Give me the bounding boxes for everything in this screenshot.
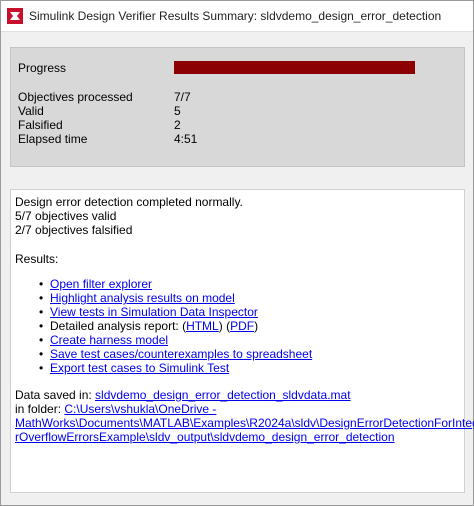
folder-path-link-cont-2[interactable]: rOverflowErrorsExample\sldv_output\sldvd… bbox=[15, 430, 395, 444]
data-saved-label: Data saved in: bbox=[15, 388, 96, 402]
view-tests-sdi-link[interactable]: View tests in Simulation Data Inspector bbox=[50, 305, 258, 319]
html-report-link[interactable]: HTML bbox=[186, 319, 219, 333]
results-action-list: Open filter explorer Highlight analysis … bbox=[39, 277, 312, 375]
detailed-report-label: Detailed analysis report: ( bbox=[50, 319, 187, 333]
results-heading: Results: bbox=[15, 252, 59, 266]
list-item: Save test cases/counterexamples to sprea… bbox=[39, 347, 312, 361]
objectives-processed-label: Objectives processed bbox=[18, 90, 133, 104]
valid-label: Valid bbox=[18, 104, 44, 118]
list-item: View tests in Simulation Data Inspector bbox=[39, 305, 312, 319]
report-suffix: ) bbox=[254, 319, 259, 333]
report-separator: ) ( bbox=[218, 319, 231, 333]
pdf-report-link[interactable]: PDF bbox=[230, 319, 254, 333]
folder-line: in folder: C:\Users\vshukla\OneDrive - bbox=[15, 402, 216, 416]
falsified-label: Falsified bbox=[18, 118, 63, 132]
data-file-link[interactable]: sldvdemo_design_error_detection_sldvdata… bbox=[95, 388, 351, 402]
title-bar[interactable]: Simulink Design Verifier Results Summary… bbox=[1, 1, 473, 32]
results-panel: Design error detection completed normall… bbox=[10, 189, 474, 493]
folder-path-link-cont-1[interactable]: MathWorks\Documents\MATLAB\Examples\R202… bbox=[15, 416, 474, 430]
list-item: Export test cases to Simulink Test bbox=[39, 361, 312, 375]
progress-label: Progress bbox=[18, 61, 67, 75]
progress-bar bbox=[174, 61, 415, 74]
progress-bar-fill bbox=[174, 61, 415, 74]
open-filter-explorer-link[interactable]: Open filter explorer bbox=[50, 277, 152, 291]
list-item: Detailed analysis report: (HTML) (PDF) bbox=[39, 319, 312, 333]
objectives-processed-value: 7/7 bbox=[174, 90, 191, 104]
falsified-value: 2 bbox=[174, 118, 181, 132]
falsified-objectives-line: 2/7 objectives falsified bbox=[15, 223, 133, 237]
valid-objectives-line: 5/7 objectives valid bbox=[15, 209, 117, 223]
folder-path-link[interactable]: C:\Users\vshukla\OneDrive - bbox=[64, 402, 216, 416]
list-item: Open filter explorer bbox=[39, 277, 312, 291]
data-saved-line: Data saved in: sldvdemo_design_error_det… bbox=[15, 388, 351, 402]
valid-value: 5 bbox=[174, 104, 181, 118]
elapsed-time-value: 4:51 bbox=[174, 132, 198, 146]
list-item: Create harness model bbox=[39, 333, 312, 347]
window-title: Simulink Design Verifier Results Summary… bbox=[29, 9, 442, 23]
folder-label: in folder: bbox=[15, 402, 65, 416]
status-line: Design error detection completed normall… bbox=[15, 195, 243, 209]
save-test-cases-link[interactable]: Save test cases/counterexamples to sprea… bbox=[50, 347, 312, 361]
export-simulink-test-link[interactable]: Export test cases to Simulink Test bbox=[50, 361, 229, 375]
simulink-app-icon bbox=[7, 8, 23, 24]
summary-panel: Progress Objectives processed 7/7 Valid … bbox=[10, 47, 465, 167]
list-item: Highlight analysis results on model bbox=[39, 291, 312, 305]
elapsed-time-label: Elapsed time bbox=[18, 132, 88, 146]
highlight-results-link[interactable]: Highlight analysis results on model bbox=[50, 291, 235, 305]
results-summary-window: Simulink Design Verifier Results Summary… bbox=[0, 0, 474, 506]
create-harness-link[interactable]: Create harness model bbox=[50, 333, 168, 347]
